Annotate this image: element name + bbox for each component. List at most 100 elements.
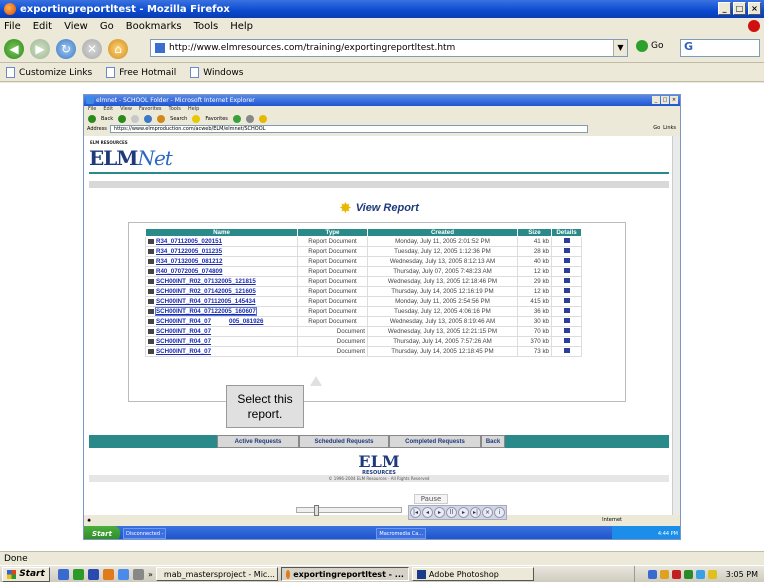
word-icon[interactable]: [88, 568, 99, 580]
col-type[interactable]: Type: [297, 228, 368, 237]
active-requests-button[interactable]: Active Requests: [217, 435, 299, 448]
desktop-icon[interactable]: [58, 568, 69, 580]
ie-menu-edit[interactable]: Edit: [103, 106, 113, 113]
firefox-launch-icon[interactable]: [103, 568, 114, 580]
tray-icon-mcafee[interactable]: [671, 569, 681, 579]
taskbar-item-photoshop[interactable]: Adobe Photoshop: [411, 567, 534, 581]
report-name-link[interactable]: SCH00INT_R04_07: [145, 336, 298, 347]
back-icon[interactable]: ◀: [4, 38, 24, 59]
details-icon[interactable]: [563, 258, 570, 263]
details-icon[interactable]: [563, 278, 570, 283]
ie-favorites-label[interactable]: Favorites: [205, 116, 228, 122]
url-bar[interactable]: http://www.elmresources.com/training/exp…: [150, 39, 628, 57]
minimize-button[interactable]: _: [718, 2, 731, 15]
ie-go-button[interactable]: Go: [653, 125, 660, 131]
col-details[interactable]: Details: [551, 228, 582, 237]
details-icon[interactable]: [563, 248, 570, 253]
completed-requests-button[interactable]: Completed Requests: [389, 435, 481, 448]
ie-media-icon[interactable]: [232, 114, 241, 123]
bookmark-windows[interactable]: Windows: [190, 67, 243, 78]
report-name-link[interactable]: SCH00INT_R04_07112005_145434: [145, 296, 298, 307]
details-icon[interactable]: [563, 298, 570, 303]
playback-slider-thumb[interactable]: [314, 505, 319, 516]
table-row[interactable]: SCH00INT_R04_07122005_160607 Report Docum…: [145, 306, 582, 317]
tray-icon-yellow[interactable]: [707, 569, 717, 579]
menu-file[interactable]: File: [4, 21, 21, 32]
ie-menu-tools[interactable]: Tools: [169, 106, 181, 113]
taskbar-item-masters-project[interactable]: mab_mastersproject - Mic...: [155, 567, 278, 581]
table-row[interactable]: R34_07112005_020151 Report Document Monday…: [145, 236, 582, 247]
col-created[interactable]: Created: [367, 228, 518, 237]
forward-icon[interactable]: ▶: [30, 38, 50, 59]
menu-view[interactable]: View: [64, 21, 88, 32]
details-icon[interactable]: [563, 238, 570, 243]
details-icon[interactable]: [563, 308, 570, 313]
stop-icon[interactable]: ✕: [82, 38, 102, 59]
ie-back-icon[interactable]: [88, 114, 96, 123]
report-name-link[interactable]: SCH00INT_R04_07: [145, 346, 298, 357]
report-name[interactable]: SCH00INT_R04_07: [156, 338, 211, 345]
forward-icon[interactable]: ▸: [458, 507, 469, 518]
details-icon[interactable]: [563, 288, 570, 293]
table-row[interactable]: SCH00INT_R04_07 Document Thursday, July 14…: [145, 336, 582, 347]
table-row[interactable]: SCH00INT_R02_07132005_121815 Report Docum…: [145, 276, 582, 287]
ie-menu-help[interactable]: Help: [188, 106, 199, 113]
ie-stop-icon[interactable]: [131, 114, 140, 123]
ie-start-button[interactable]: Start: [84, 526, 120, 539]
report-name[interactable]: SCH00INT_R02_07142005_121605: [156, 288, 256, 295]
end-icon[interactable]: ▸|: [470, 507, 481, 518]
col-name[interactable]: Name: [145, 228, 298, 237]
table-row[interactable]: SCH00INT_R04_07 Document Wednesday, July 1…: [145, 326, 582, 337]
back-button[interactable]: Back: [481, 435, 505, 448]
media-icon[interactable]: [133, 568, 144, 580]
ie-maximize-icon[interactable]: □: [661, 96, 669, 104]
ie-forward-icon[interactable]: [118, 114, 127, 123]
play-icon[interactable]: ▸: [434, 507, 445, 518]
report-name-link[interactable]: SCH00INT_R04_07: [145, 326, 298, 337]
ie-refresh-icon[interactable]: [144, 114, 153, 123]
report-name-link[interactable]: SCH00INT_R02_07142005_121605: [145, 286, 298, 297]
tray-icon-green[interactable]: [683, 569, 693, 579]
menu-tools[interactable]: Tools: [194, 21, 219, 32]
ie-vertical-scrollbar[interactable]: [672, 136, 680, 515]
report-name[interactable]: R34_07122005_011235: [156, 248, 222, 255]
bookmark-customize-links[interactable]: Customize Links: [6, 67, 92, 78]
playback-slider[interactable]: [296, 507, 402, 513]
report-name[interactable]: R34_07112005_020151: [156, 238, 222, 245]
ie-address-field[interactable]: https://www.elmproduction.com/acweb/ELM/…: [109, 125, 588, 133]
report-name-link[interactable]: SCH00INT_R04_07 005_081926: [145, 316, 298, 327]
bookmark-free-hotmail[interactable]: Free Hotmail: [106, 67, 176, 78]
details-icon[interactable]: [563, 268, 570, 273]
reload-icon[interactable]: ↻: [56, 38, 76, 59]
ie-folder-icon[interactable]: [258, 114, 267, 123]
close-button[interactable]: ×: [748, 2, 761, 15]
report-name-link[interactable]: SCH00INT_R02_07132005_121815: [145, 276, 298, 287]
home-icon[interactable]: ⌂: [108, 38, 128, 59]
url-dropdown-icon[interactable]: ▼: [613, 40, 627, 56]
report-name-link[interactable]: SCH00INT_R04_07122005_160607: [145, 306, 298, 317]
report-name[interactable]: R34_07132005_081212: [156, 258, 222, 265]
tray-icon-blue[interactable]: [695, 569, 705, 579]
details-icon[interactable]: [563, 348, 570, 353]
col-size[interactable]: Size: [517, 228, 552, 237]
table-row[interactable]: SCH00INT_R04_07 005_081926 Report Document…: [145, 316, 582, 327]
ie-menu-view[interactable]: View: [120, 106, 132, 113]
rewind-icon[interactable]: ◂: [422, 507, 433, 518]
report-name-link[interactable]: R34_07122005_011235: [145, 246, 298, 257]
report-name[interactable]: R40_07072005_074809: [156, 268, 222, 275]
menu-edit[interactable]: Edit: [33, 21, 52, 32]
report-name[interactable]: SCH00INT_R04_07: [156, 348, 211, 355]
ie-menu-file[interactable]: File: [88, 106, 96, 113]
chevron-icon[interactable]: »: [148, 570, 153, 579]
menu-help[interactable]: Help: [230, 21, 253, 32]
ie-taskbar-item-macromedia[interactable]: Macromedia Ca...: [376, 528, 427, 539]
details-icon[interactable]: [563, 318, 570, 323]
go-button[interactable]: Go: [636, 40, 663, 52]
scheduled-requests-button[interactable]: Scheduled Requests: [299, 435, 389, 448]
table-row[interactable]: R40_07072005_074809 Report Document Thursd…: [145, 266, 582, 277]
report-name-link[interactable]: R40_07072005_074809: [145, 266, 298, 277]
ie-mail-icon[interactable]: [245, 114, 254, 123]
table-row[interactable]: SCH00INT_R04_07 Document Thursday, July 14…: [145, 346, 582, 357]
table-row[interactable]: R34_07122005_011235 Report Document Tuesda…: [145, 246, 582, 257]
ie-menu-favorites[interactable]: Favorites: [139, 106, 162, 113]
